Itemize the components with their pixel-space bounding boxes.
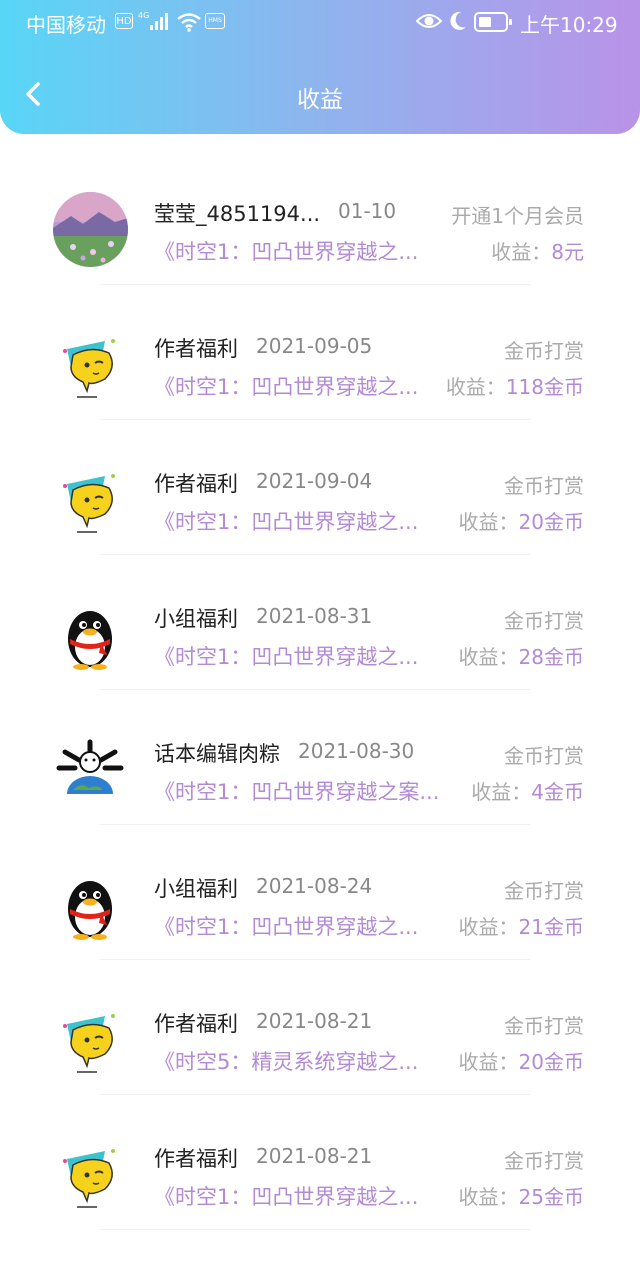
book-title: 《时空1：凹凸世界穿越之... — [154, 510, 419, 534]
yellow-cartoon-avatar — [53, 1002, 128, 1077]
reward-type: 金币打赏 — [504, 744, 584, 768]
list-item[interactable]: 小组福利 2021-08-24 金币打赏《时空1：凹凸世界穿越之... 收益：21金币 — [0, 825, 640, 960]
reward-type: 金币打赏 — [504, 1149, 584, 1173]
page-title: 收益 — [297, 87, 343, 113]
user-name: 作者福利 — [154, 1147, 238, 1171]
book-title: 《时空5：精灵系统穿越之... — [154, 1050, 419, 1074]
landscape-photo-avatar — [53, 192, 128, 267]
yellow-cartoon-avatar — [53, 462, 128, 537]
earnings-label: 收益： — [471, 780, 532, 804]
earnings: 收益：28金币 — [459, 641, 584, 670]
reward-type: 金币打赏 — [504, 879, 584, 903]
user-name: 作者福利 — [154, 472, 238, 496]
earnings-amount: 4金币 — [531, 780, 584, 804]
hd-badge: HD — [115, 13, 133, 29]
signal-icon: 4G — [138, 10, 172, 37]
earnings-label: 收益： — [458, 915, 519, 939]
item-date: 2021-09-05 — [256, 334, 373, 358]
list-item[interactable]: 作者福利 2021-09-04 金币打赏《时空1：凹凸世界穿越之... 收益：20金币 — [0, 420, 640, 555]
earnings-label: 收益： — [458, 1185, 519, 1209]
user-name: 话本编辑肉粽 — [154, 742, 280, 766]
item-date: 2021-08-31 — [256, 604, 373, 628]
svg-text:4G: 4G — [138, 11, 149, 20]
book-title: 《时空1：凹凸世界穿越之... — [154, 645, 419, 669]
earnings: 收益：20金币 — [459, 506, 584, 535]
reward-type: 金币打赏 — [504, 1014, 584, 1038]
header: 中国移动 HD 4G HMS 上午10:29 收益 — [0, 0, 640, 134]
earnings: 收益：4金币 — [471, 776, 584, 805]
earnings: 收益：118金币 — [446, 371, 584, 400]
penguin-avatar — [53, 597, 128, 672]
eye-comfort-icon — [415, 11, 443, 36]
earnings-amount: 8元 — [551, 240, 584, 264]
list-item[interactable]: 作者福利 2021-08-21 金币打赏《时空5：精灵系统穿越之... 收益：20金币 — [0, 960, 640, 1095]
earnings-list: 莹莹_4851194... 01-10 开通1个月会员《时空1：凹凸世界穿越之...… — [0, 150, 640, 1230]
book-title: 《时空1：凹凸世界穿越之案... — [154, 780, 440, 804]
earnings-label: 收益： — [491, 240, 552, 264]
earnings-amount: 25金币 — [518, 1185, 584, 1209]
item-date: 2021-09-04 — [256, 469, 373, 493]
user-name: 小组福利 — [154, 607, 238, 631]
earnings: 收益：21金币 — [459, 911, 584, 940]
status-bar: 中国移动 HD 4G HMS 上午10:29 — [0, 0, 640, 44]
item-date: 2021-08-21 — [256, 1144, 373, 1168]
reward-type: 金币打赏 — [504, 474, 584, 498]
earnings-label: 收益： — [445, 375, 506, 399]
list-item[interactable]: 莹莹_4851194... 01-10 开通1个月会员《时空1：凹凸世界穿越之...… — [0, 150, 640, 285]
yellow-cartoon-avatar — [53, 1137, 128, 1212]
earnings-label: 收益： — [458, 645, 519, 669]
book-title: 《时空1：凹凸世界穿越之... — [154, 240, 419, 264]
item-date: 2021-08-24 — [256, 874, 373, 898]
earnings: 收益：8元 — [491, 236, 584, 265]
earnings: 收益：25金币 — [459, 1181, 584, 1210]
list-item[interactable]: 作者福利 2021-09-05 金币打赏《时空1：凹凸世界穿越之... 收益：118金… — [0, 285, 640, 420]
earnings-amount: 20金币 — [518, 1050, 584, 1074]
clock-time: 上午10:29 — [520, 13, 618, 37]
list-item[interactable]: 话本编辑肉粽 2021-08-30 金币打赏《时空1：凹凸世界穿越之案... 收益：4… — [0, 690, 640, 825]
earth-emoji-avatar — [53, 732, 128, 807]
moon-icon — [448, 10, 468, 37]
earnings: 收益：20金币 — [459, 1046, 584, 1075]
item-date: 2021-08-21 — [256, 1009, 373, 1033]
penguin-avatar — [53, 867, 128, 942]
book-title: 《时空1：凹凸世界穿越之... — [154, 375, 419, 399]
nav-bar: 收益 — [0, 60, 640, 132]
list-item[interactable]: 作者福利 2021-08-21 金币打赏《时空1：凹凸世界穿越之... 收益：25金币 — [0, 1095, 640, 1230]
earnings-label: 收益： — [458, 1050, 519, 1074]
carrier-label: 中国移动 — [26, 13, 106, 37]
battery-icon — [474, 11, 514, 38]
hms-badge: HMS — [205, 13, 225, 29]
user-name: 莹莹_4851194... — [154, 202, 321, 226]
book-title: 《时空1：凹凸世界穿越之... — [154, 915, 419, 939]
user-name: 作者福利 — [154, 337, 238, 361]
item-date: 01-10 — [338, 199, 397, 223]
row-divider — [100, 1229, 530, 1230]
earnings-label: 收益： — [458, 510, 519, 534]
item-date: 2021-08-30 — [298, 739, 415, 763]
user-name: 小组福利 — [154, 877, 238, 901]
wifi-icon — [176, 11, 202, 38]
user-name: 作者福利 — [154, 1012, 238, 1036]
reward-type: 金币打赏 — [504, 339, 584, 363]
reward-type: 金币打赏 — [504, 609, 584, 633]
yellow-cartoon-avatar — [53, 327, 128, 402]
list-item[interactable]: 小组福利 2021-08-31 金币打赏《时空1：凹凸世界穿越之... 收益：28金币 — [0, 555, 640, 690]
earnings-amount: 20金币 — [518, 510, 584, 534]
earnings-amount: 118金币 — [505, 375, 584, 399]
book-title: 《时空1：凹凸世界穿越之... — [154, 1185, 419, 1209]
earnings-amount: 21金币 — [518, 915, 584, 939]
earnings-amount: 28金币 — [518, 645, 584, 669]
reward-type: 开通1个月会员 — [451, 204, 584, 228]
